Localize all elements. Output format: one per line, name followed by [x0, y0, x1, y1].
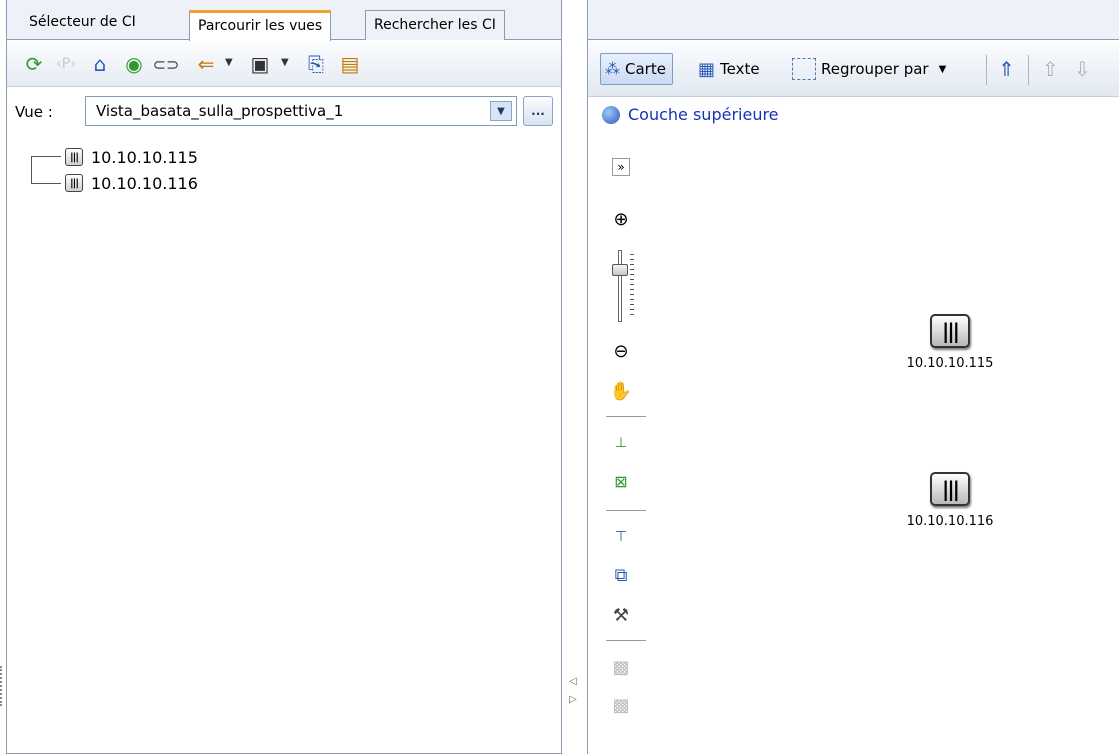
tab-strip: Sélecteur de CI Parcourir les vues Reche…: [7, 0, 561, 41]
map-view-button[interactable]: ⁂ Carte: [600, 53, 673, 85]
toolbar-separator: [606, 640, 646, 641]
presentation-icon[interactable]: ⌂: [87, 51, 113, 77]
tree-item-label: 10.10.10.115: [91, 147, 198, 167]
ungroup-nodes-icon[interactable]: ▩: [608, 692, 634, 718]
ci-node-icon: |||: [930, 472, 970, 506]
tree-item[interactable]: ||| 10.10.10.116: [65, 172, 198, 194]
fit-to-window-icon[interactable]: ⊠: [608, 468, 634, 494]
collapse-right-icon[interactable]: ▷: [569, 694, 577, 705]
tree-item-label: 10.10.10.116: [91, 173, 198, 193]
right-panel: ⁂ Carte ▦ Texte Regrouper par ▼ ⇑ ⇧ ⇩ Co…: [587, 0, 1119, 754]
zoom-slider-ticks: [630, 254, 634, 318]
move-up-icon[interactable]: ⇧: [1042, 53, 1059, 85]
group-icon: [792, 58, 816, 80]
collapse-left-icon[interactable]: ◁: [569, 676, 577, 687]
link-icon[interactable]: ⊂⊃: [153, 51, 180, 77]
tree-layout-icon[interactable]: ⊤: [608, 524, 634, 550]
hierarchy-layout-icon[interactable]: ⊥: [608, 430, 634, 456]
view-select-value: Vista_basata_sulla_prospettiva_1: [96, 102, 344, 120]
view-label: Vue :: [15, 103, 53, 121]
tab-search-ci[interactable]: Rechercher les CI: [365, 10, 505, 40]
ci-node-icon: |||: [65, 148, 83, 166]
move-down-icon[interactable]: ⇩: [1074, 53, 1091, 85]
zoom-slider[interactable]: [612, 250, 634, 322]
save-dropdown-arrow-icon[interactable]: ▼: [281, 57, 289, 68]
chevron-down-icon[interactable]: ▼: [939, 64, 947, 75]
toolbar-separator: [606, 510, 646, 511]
refresh-icon[interactable]: ⟳: [21, 51, 47, 77]
import-dropdown-arrow-icon[interactable]: ▼: [225, 57, 233, 68]
map-node[interactable]: ||| 10.10.10.115: [890, 314, 1010, 371]
tree-connector: [31, 156, 61, 157]
map-node-label: 10.10.10.116: [906, 514, 994, 529]
group-by-button[interactable]: Regrouper par ▼: [792, 53, 946, 85]
toolbar-separator: [606, 416, 646, 417]
tree-connector: [31, 156, 32, 183]
layout-properties-icon[interactable]: ⧉: [608, 562, 634, 588]
globe-icon: [602, 105, 620, 124]
pan-hand-icon[interactable]: ✋: [608, 378, 634, 404]
select-up-icon[interactable]: ⇑: [998, 53, 1015, 85]
chevron-down-icon[interactable]: ▼: [490, 101, 512, 121]
toolbar-separator: [1028, 55, 1029, 85]
map-icon: ⁂: [605, 60, 620, 78]
report-icon[interactable]: ▤: [337, 51, 363, 77]
tools-icon[interactable]: ⚒: [608, 602, 634, 628]
zoom-in-icon[interactable]: ⊕: [608, 206, 634, 232]
expand-panel-icon[interactable]: »: [612, 158, 630, 176]
left-panel: Sélecteur de CI Parcourir les vues Reche…: [6, 0, 562, 754]
right-toolbar: ⁂ Carte ▦ Texte Regrouper par ▼ ⇑ ⇧ ⇩: [588, 41, 1119, 97]
table-icon: ▦: [698, 58, 716, 80]
zoom-slider-thumb[interactable]: [612, 264, 628, 276]
export-icon[interactable]: ⎘: [303, 51, 329, 77]
group-nodes-icon[interactable]: ▩: [608, 654, 634, 680]
toolbar-separator: [986, 55, 987, 85]
breadcrumb[interactable]: Couche supérieure: [602, 105, 779, 124]
save-icon[interactable]: ▣: [247, 51, 273, 77]
zoom-slider-track: [618, 250, 622, 322]
panel-splitter[interactable]: ◁ ▷: [563, 0, 587, 754]
ci-node-icon: |||: [930, 314, 970, 348]
map-node[interactable]: ||| 10.10.10.116: [890, 472, 1010, 529]
left-toolbar: ⟳ ‹P› ⌂ ◉ ⊂⊃ ⇐ ▼ ▣ ▼ ⎘ ▤: [7, 41, 561, 87]
browse-views-button[interactable]: ...: [523, 96, 553, 126]
right-header: [588, 0, 1119, 40]
import-icon[interactable]: ⇐: [193, 51, 219, 77]
show-properties-icon[interactable]: ‹P›: [53, 51, 79, 77]
tree-connector: [31, 183, 61, 184]
tab-browse-views[interactable]: Parcourir les vues: [189, 10, 332, 41]
tree-item[interactable]: ||| 10.10.10.115: [65, 146, 198, 168]
view-selector-row: Vue : Vista_basata_sulla_prospettiva_1 ▼…: [7, 96, 561, 128]
zoom-out-icon[interactable]: ⊖: [608, 338, 634, 364]
resize-grip[interactable]: [0, 666, 4, 706]
ci-node-icon: |||: [65, 174, 83, 192]
view-select[interactable]: Vista_basata_sulla_prospettiva_1 ▼: [85, 96, 517, 126]
tab-ci-selector[interactable]: Sélecteur de CI: [21, 8, 144, 40]
discovery-icon[interactable]: ◉: [121, 51, 147, 77]
map-node-label: 10.10.10.115: [906, 356, 994, 371]
text-view-button[interactable]: ▦ Texte: [698, 53, 760, 85]
